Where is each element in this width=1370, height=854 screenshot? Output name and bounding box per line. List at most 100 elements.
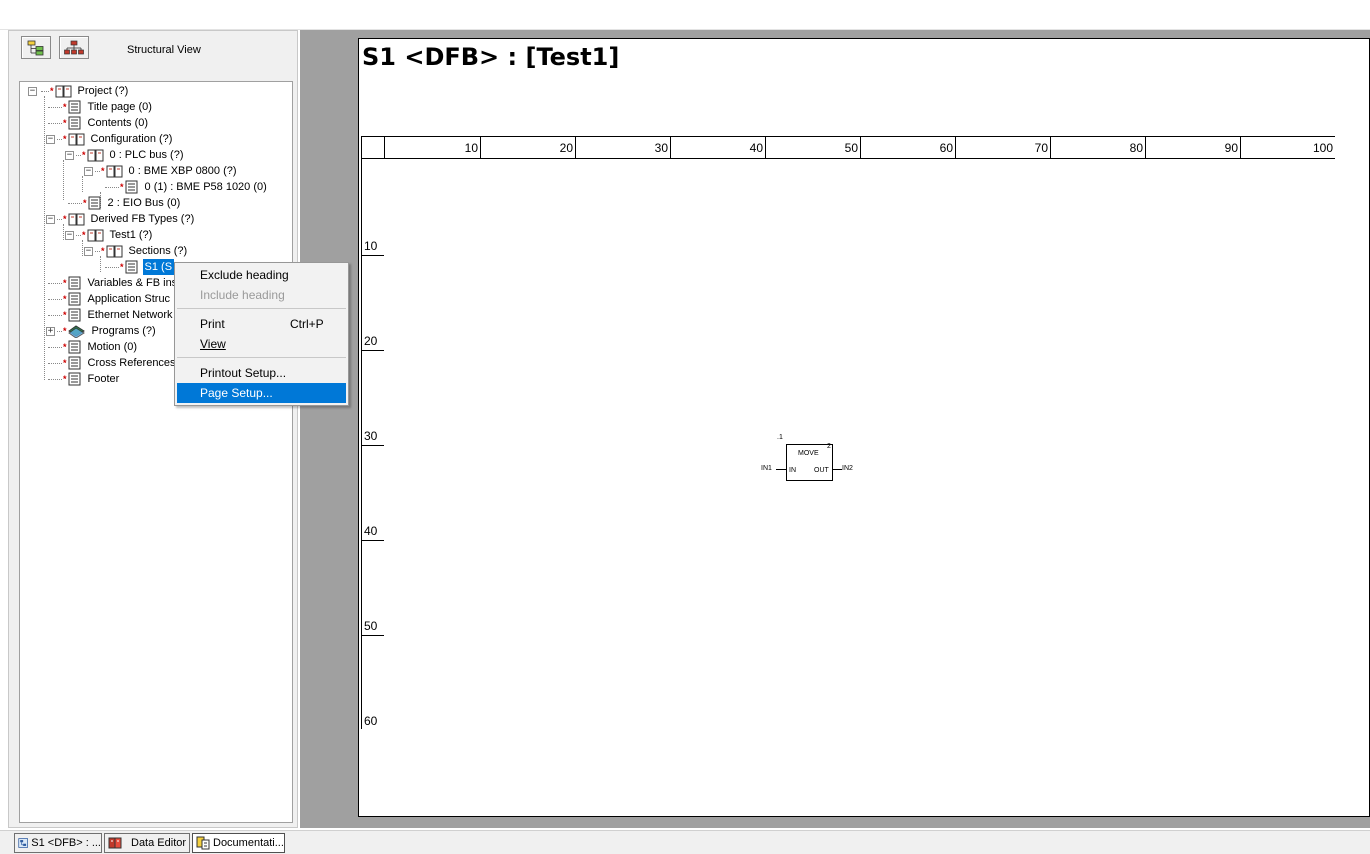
block-input-pin: IN — [789, 467, 796, 474]
book-icon — [68, 213, 85, 225]
documentation-tree[interactable]: − * Project (?) * Title page (0) * Conte… — [19, 81, 293, 823]
ruler-h-label: 20 — [481, 137, 576, 158]
tree-node-cross-references[interactable]: * Cross References — [48, 355, 178, 371]
modified-marker-icon: * — [63, 294, 67, 304]
tree-node-label: Title page (0) — [87, 101, 152, 113]
tree-node-project[interactable]: − * Project (?) — [28, 83, 130, 99]
tree-node-bme-p58[interactable]: * 0 (1) : BME P58 1020 (0) — [105, 179, 269, 195]
page-icon — [68, 116, 81, 130]
page-icon — [68, 308, 81, 322]
tree-node-programs[interactable]: + * Programs (?) — [46, 323, 158, 339]
structural-view-button[interactable] — [21, 36, 51, 59]
modified-marker-icon: * — [63, 310, 67, 320]
tree-view-icon — [27, 40, 44, 55]
tree-node-label: Derived FB Types (?) — [90, 213, 195, 225]
tree-node-label: 0 : PLC bus (?) — [109, 149, 184, 161]
menu-item-view[interactable]: View — [177, 334, 346, 354]
modified-marker-icon: * — [63, 214, 67, 224]
page-icon — [68, 276, 81, 290]
functional-view-button[interactable] — [59, 36, 89, 59]
modified-marker-icon: * — [82, 150, 86, 160]
menu-separator — [177, 357, 346, 358]
collapse-toggle[interactable]: − — [84, 166, 93, 176]
horizontal-ruler: 10 20 30 40 50 60 70 80 90 100 — [361, 136, 1335, 159]
hierarchy-icon — [64, 40, 84, 54]
collapse-toggle[interactable]: − — [46, 134, 55, 144]
book-icon — [87, 229, 104, 241]
move-function-block: .1 2 MOVE IN OUT IN1 IN2 — [759, 427, 869, 487]
tree-node-derived-fb-types[interactable]: − * Derived FB Types (?) — [46, 211, 196, 227]
collapse-toggle[interactable]: − — [65, 230, 74, 240]
expand-toggle[interactable]: + — [46, 326, 55, 336]
collapse-toggle[interactable]: − — [84, 246, 93, 256]
tab-data-editor[interactable]: Data Editor — [104, 833, 190, 853]
block-type-name: MOVE — [798, 450, 819, 457]
tree-node-configuration[interactable]: − * Configuration (?) — [46, 131, 174, 147]
modified-marker-icon: * — [63, 374, 67, 384]
ruler-v-label: 40 — [362, 446, 384, 541]
modified-marker-icon: * — [63, 134, 67, 144]
tree-node-application-structure[interactable]: * Application Struc — [48, 291, 172, 307]
modified-marker-icon: * — [63, 326, 67, 336]
tree-node-test1[interactable]: − * Test1 (?) — [65, 227, 154, 243]
tab-s1-dfb[interactable]: S1 <DFB> : ... — [14, 833, 102, 853]
tree-node-footer[interactable]: * Footer — [48, 371, 121, 387]
page-icon — [125, 260, 138, 274]
preview-workspace: S1 <DFB> : [Test1] 10 20 30 40 50 60 70 … — [300, 30, 1370, 828]
book-icon — [55, 85, 72, 97]
page-icon — [68, 292, 81, 306]
vertical-ruler: 10 20 30 40 50 60 — [361, 159, 385, 729]
tree-node-label: Motion (0) — [87, 341, 138, 353]
tab-label: Documentati... — [213, 837, 284, 849]
tree-node-motion[interactable]: * Motion (0) — [48, 339, 139, 355]
modified-marker-icon: * — [101, 246, 105, 256]
section-icon — [18, 838, 28, 848]
modified-marker-icon: * — [63, 102, 67, 112]
ruler-h-label: 70 — [956, 137, 1051, 158]
tree-node-label: Contents (0) — [87, 117, 149, 129]
modified-marker-icon: * — [63, 342, 67, 352]
books-icon — [67, 325, 85, 338]
menu-item-label: Page Setup... — [200, 386, 273, 400]
menu-item-label: Printout Setup... — [200, 366, 287, 380]
collapse-toggle[interactable]: − — [28, 86, 37, 96]
page-icon — [68, 340, 81, 354]
ruler-v-label: 20 — [362, 256, 384, 351]
tree-node-label: 0 : BME XBP 0800 (?) — [128, 165, 237, 177]
tree-node-label: 2 : EIO Bus (0) — [107, 197, 181, 209]
tree-node-sections[interactable]: − * Sections (?) — [84, 243, 189, 259]
menu-item-label: Print — [200, 317, 225, 331]
modified-marker-icon: * — [63, 358, 67, 368]
tree-node-label: Ethernet Network — [87, 309, 173, 321]
menu-item-exclude-heading[interactable]: Exclude heading — [177, 265, 346, 285]
sheet-title: S1 <DFB> : [Test1] — [362, 43, 620, 71]
menu-item-printout-setup[interactable]: Printout Setup... — [177, 363, 346, 383]
tab-documentation[interactable]: Documentati... — [192, 833, 285, 853]
collapse-toggle[interactable]: − — [65, 150, 74, 160]
tree-node-plc-bus[interactable]: − * 0 : PLC bus (?) — [65, 147, 186, 163]
collapse-toggle[interactable]: − — [46, 214, 55, 224]
tree-node-title-page[interactable]: * Title page (0) — [48, 99, 154, 115]
book-icon — [106, 165, 123, 177]
tree-node-ethernet-network[interactable]: * Ethernet Network — [48, 307, 175, 323]
modified-marker-icon: * — [120, 262, 124, 272]
menu-item-print[interactable]: Print Ctrl+P — [177, 314, 346, 334]
tree-node-s1[interactable]: * S1 (S — [105, 259, 175, 275]
tree-node-variables[interactable]: * Variables & FB ins — [48, 275, 179, 291]
modified-marker-icon: * — [83, 198, 87, 208]
menu-item-page-setup[interactable]: Page Setup... — [177, 383, 346, 403]
menu-item-label: View — [200, 337, 226, 351]
move-block-box: 2 MOVE IN OUT — [786, 443, 833, 481]
ruler-h-label: 90 — [1146, 137, 1241, 158]
view-label: Structural View — [127, 44, 201, 56]
ruler-v-label: 60 — [364, 714, 378, 728]
tree-node-contents[interactable]: * Contents (0) — [48, 115, 150, 131]
output-wire — [833, 469, 842, 470]
top-band — [0, 0, 1370, 30]
modified-marker-icon: * — [63, 118, 67, 128]
page-icon — [88, 196, 101, 210]
tree-node-bme-xbp[interactable]: − * 0 : BME XBP 0800 (?) — [84, 163, 239, 179]
modified-marker-icon: * — [63, 278, 67, 288]
tree-node-eio-bus[interactable]: * 2 : EIO Bus (0) — [68, 195, 182, 211]
block-output-pin: OUT — [814, 467, 829, 474]
